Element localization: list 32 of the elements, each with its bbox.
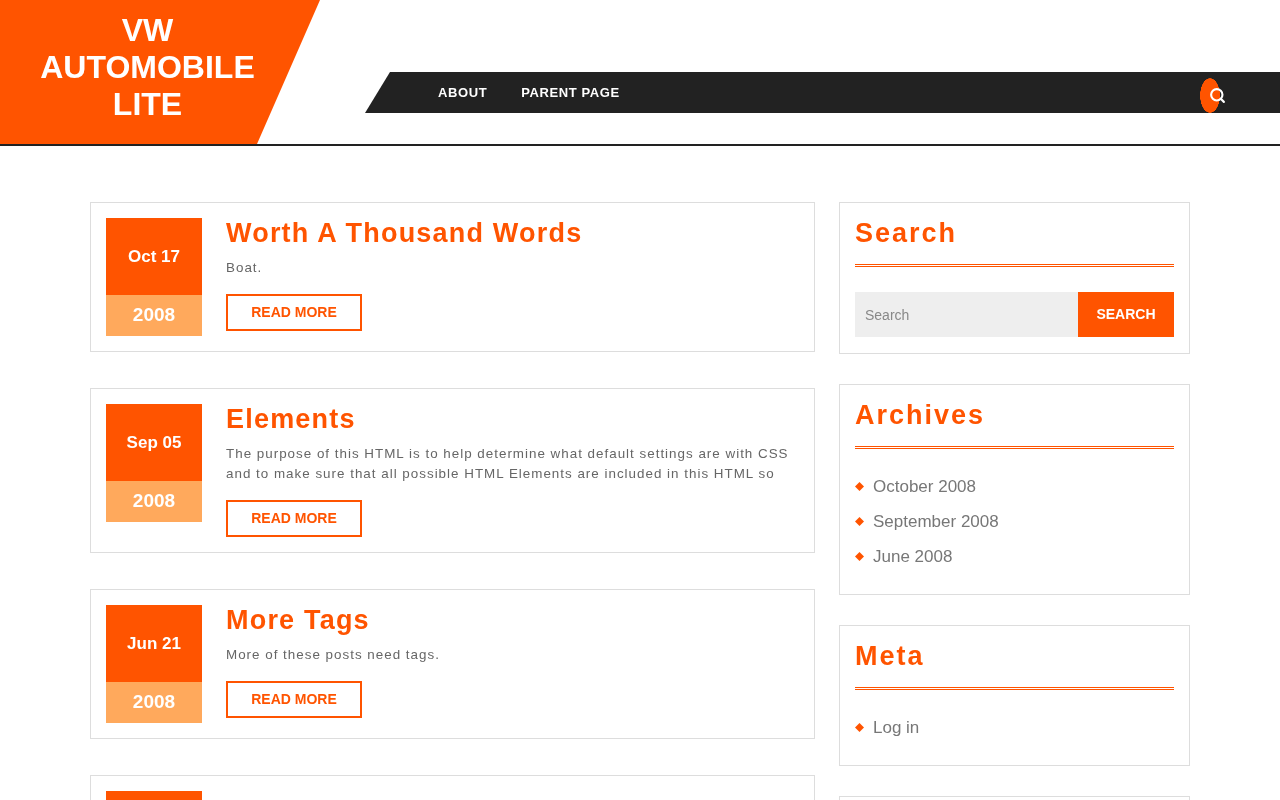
search-submit-button[interactable]: SEARCH xyxy=(1078,292,1174,337)
widget-title: Search xyxy=(855,218,959,248)
read-more-button[interactable]: READ MORE xyxy=(226,294,362,331)
nav-link[interactable]: PARENT PAGE xyxy=(504,82,637,103)
nav-link[interactable]: ABOUT xyxy=(421,82,505,103)
diamond-icon xyxy=(855,723,864,732)
widget-title: Archives xyxy=(855,400,987,430)
post-title[interactable]: Elements xyxy=(226,404,356,434)
post-date: Jun 21 xyxy=(106,605,202,682)
diamond-icon xyxy=(855,482,864,491)
post-excerpt: The purpose of this HTML is to help determine what default settings are with CSS and to make sure that all possible HTML Elements are included in this HTML so xyxy=(226,445,790,483)
post-year: 2008 xyxy=(106,682,202,723)
search-field[interactable]: Search xyxy=(855,292,1078,337)
post-excerpt: Boat. xyxy=(226,259,263,277)
sidebar-link[interactable]: Log in xyxy=(873,714,920,741)
read-more-button[interactable]: READ MORE xyxy=(226,500,362,537)
post-excerpt: More of these posts need tags. xyxy=(226,646,440,664)
post-title[interactable]: Worth A Thousand Words xyxy=(226,218,583,248)
post-date: Sep 05 xyxy=(106,404,202,481)
search-icon xyxy=(1209,87,1226,104)
sidebar-link[interactable]: October 2008 xyxy=(873,473,976,500)
sidebar-link[interactable]: September 2008 xyxy=(873,508,999,535)
diamond-icon xyxy=(855,517,864,526)
post-date: Oct 17 xyxy=(106,218,202,295)
post-title[interactable]: More Tags xyxy=(226,605,370,635)
sidebar-link[interactable]: June 2008 xyxy=(873,543,953,570)
read-more-button[interactable]: READ MORE xyxy=(226,681,362,718)
post-year: 2008 xyxy=(106,295,202,336)
post-year: 2008 xyxy=(106,481,202,522)
diamond-icon xyxy=(855,552,864,561)
site-title[interactable]: VW AUTOMOBILE LITE xyxy=(0,12,295,123)
widget-title: Meta xyxy=(855,641,926,671)
